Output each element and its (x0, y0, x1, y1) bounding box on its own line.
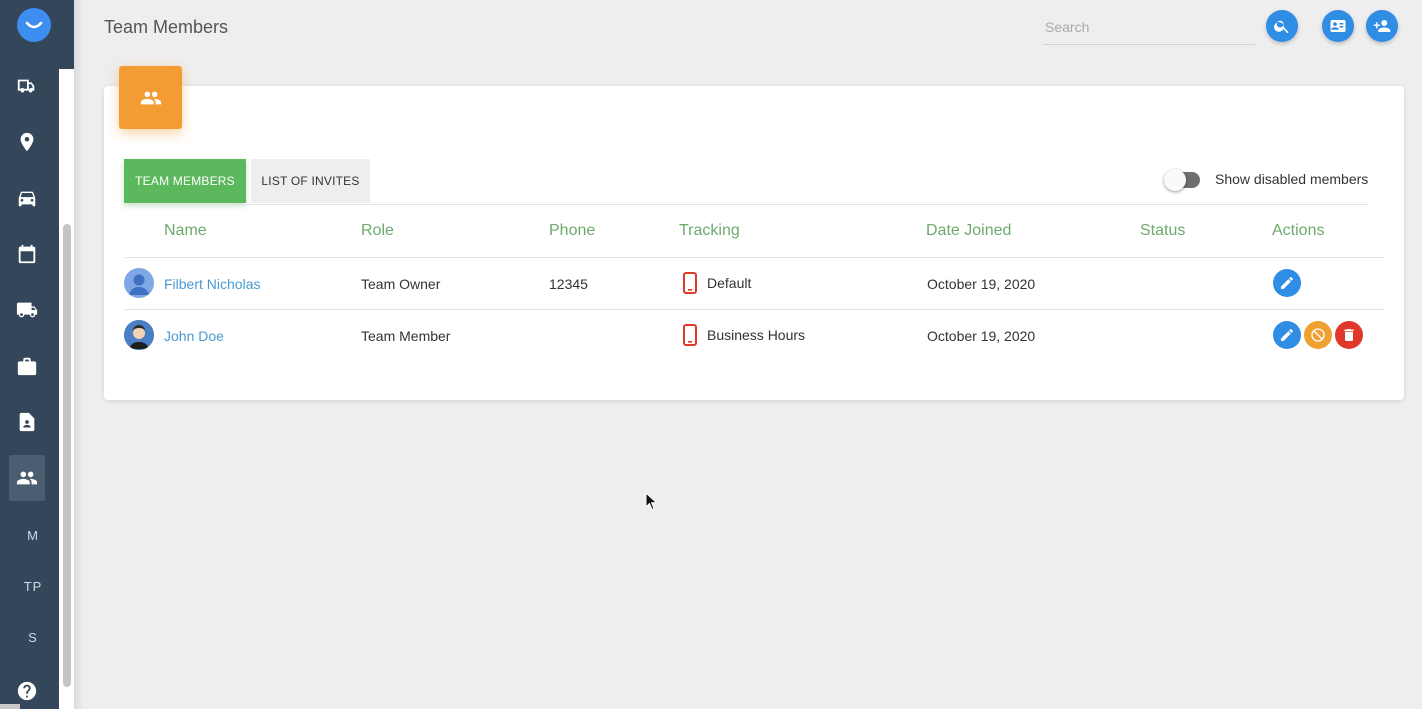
column-header-role: Role (361, 222, 394, 239)
tab-list-of-invites[interactable]: LIST OF INVITES (251, 159, 370, 203)
tabs-divider (124, 204, 1369, 205)
column-header-status: Status (1140, 222, 1186, 239)
trash-icon (1344, 329, 1354, 341)
member-tracking: Business Hours (707, 327, 806, 343)
sidebar-item-calendar[interactable] (9, 231, 45, 277)
sidebar-item-team[interactable] (9, 455, 45, 501)
sidebar-item-fleet[interactable] (9, 63, 45, 109)
sidebar-item-contacts[interactable] (9, 399, 45, 445)
member-tracking: Default (707, 275, 752, 291)
show-disabled-label: Show disabled members (1215, 171, 1369, 187)
search-input[interactable] (1043, 12, 1255, 42)
sidebar-item-m[interactable]: M (0, 528, 66, 543)
mobile-phone-icon (683, 324, 697, 346)
sidebar-shadow (74, 0, 84, 709)
toggle-knob[interactable] (1164, 169, 1186, 191)
member-phone: 12345 (549, 276, 588, 292)
sidebar-item-tp[interactable]: TP (0, 579, 66, 594)
help-icon (17, 681, 37, 701)
sidebar-item-locations[interactable] (9, 119, 45, 165)
sidebar: M TP S (0, 0, 74, 709)
column-header-date-joined: Date Joined (926, 222, 1012, 239)
member-name-link[interactable]: Filbert Nicholas (164, 276, 260, 292)
column-header-phone: Phone (549, 222, 596, 239)
sidebar-item-s[interactable]: S (0, 630, 66, 645)
header-divider (124, 257, 1384, 258)
mouse-cursor-icon (645, 492, 658, 511)
search-field[interactable] (1043, 12, 1255, 45)
calendar-icon (18, 244, 36, 264)
member-name-link[interactable]: John Doe (164, 328, 224, 344)
card-header-icon (119, 66, 182, 129)
member-date-joined: October 19, 2020 (927, 328, 1036, 344)
sidebar-header (0, 0, 74, 69)
car-icon (18, 191, 36, 207)
sidebar-item-jobs[interactable] (9, 343, 45, 389)
column-header-tracking: Tracking (679, 222, 740, 239)
row-divider (124, 309, 1384, 310)
mobile-phone-icon (683, 272, 697, 294)
location-pin-icon (20, 132, 34, 152)
edit-member-button[interactable] (1273, 321, 1301, 349)
column-header-actions: Actions (1272, 222, 1325, 239)
page-title: Team Members (104, 17, 229, 37)
delivery-truck-icon (16, 302, 38, 318)
sidebar-scrollbar-thumb[interactable] (63, 224, 71, 687)
contact-card-button[interactable] (1322, 10, 1354, 42)
member-role: Team Member (361, 328, 451, 344)
people-icon (140, 91, 161, 104)
pencil-icon (1281, 277, 1293, 289)
id-card-icon (1330, 20, 1346, 32)
people-icon (16, 471, 38, 485)
truck-fleet-icon (17, 79, 35, 93)
sidebar-item-deliveries[interactable] (9, 287, 45, 333)
add-person-icon (1373, 20, 1391, 32)
team-members-card (104, 86, 1404, 400)
search-icon (1274, 20, 1289, 34)
search-button[interactable] (1266, 10, 1298, 42)
avatar (124, 320, 154, 350)
bottom-scrollbar[interactable] (0, 704, 20, 709)
sidebar-item-vehicles[interactable] (9, 175, 45, 221)
sidebar-item-help[interactable] (9, 668, 45, 709)
contact-card-icon (19, 412, 35, 432)
tab-team-members[interactable]: TEAM MEMBERS (124, 159, 246, 203)
app-logo[interactable] (17, 8, 51, 42)
avatar (124, 268, 154, 298)
disable-member-button[interactable] (1304, 321, 1332, 349)
pencil-icon (1281, 329, 1293, 341)
member-date-joined: October 19, 2020 (927, 276, 1036, 292)
delete-member-button[interactable] (1335, 321, 1363, 349)
block-icon (1311, 328, 1325, 342)
add-member-button[interactable] (1366, 10, 1398, 42)
column-header-name: Name (164, 222, 207, 239)
member-role: Team Owner (361, 276, 441, 292)
briefcase-icon (17, 357, 37, 376)
edit-member-button[interactable] (1273, 269, 1301, 297)
show-disabled-toggle[interactable] (1164, 169, 1200, 191)
